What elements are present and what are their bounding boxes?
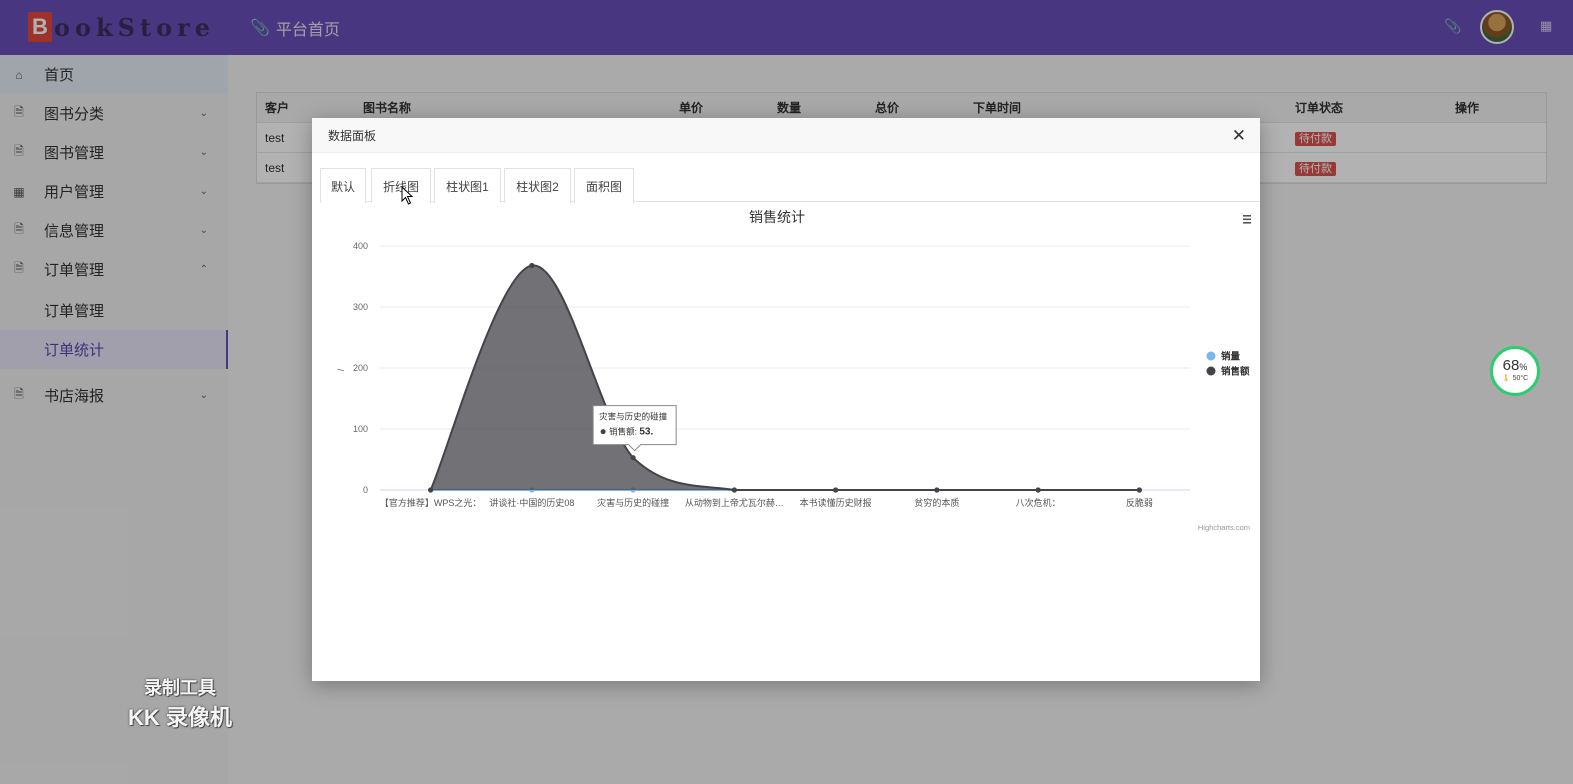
tab-bar-chart-2[interactable]: 柱状图2 [504, 168, 571, 203]
data-point [731, 487, 737, 493]
cpu-gauge-widget[interactable]: 68% 🌡 50°C [1490, 346, 1540, 396]
mouse-cursor-icon [401, 186, 414, 205]
y-axis-label: / [336, 368, 346, 371]
legend-marker [1206, 366, 1216, 376]
x-tick-label: 讲谈社·中国的历史08 [489, 497, 574, 508]
data-panel-dialog: 数据面板 ✕ 默认 折线图 柱状图1 柱状图2 面积图 销售统计 / 0 100 2… [312, 118, 1260, 681]
data-point [934, 487, 940, 493]
x-tick-label: 灾害与历史的碰撞 [597, 497, 669, 508]
gauge-percent: 68% [1502, 357, 1528, 374]
chart-tabs: 默认 折线图 柱状图1 柱状图2 面积图 [320, 168, 1260, 203]
sales-chart: 销售统计 / 0 100 200 300 400 【官方推荐】WPS之光： 讲谈社·中国的… [336, 209, 1251, 532]
data-point [529, 262, 535, 269]
x-tick-label: 八次危机： [1016, 497, 1061, 508]
x-tick-label: 反脆弱 [1126, 497, 1153, 508]
x-tick-label: 贫穷的本质 [914, 497, 959, 508]
chart-credits: Highcharts.com [1198, 523, 1250, 532]
x-tick-label: 从动物到上帝尤瓦尔赫… [685, 497, 784, 508]
x-tick-label: 【官方推荐】WPS之光： [380, 497, 482, 508]
chart-title: 销售统计 [749, 209, 805, 225]
y-tick-label: 100 [353, 424, 368, 434]
x-tick-label: 本书读懂历史财报 [800, 497, 872, 508]
legend-item: 销量 [1221, 351, 1241, 363]
y-tick-label: 0 [363, 485, 368, 495]
y-axis-ticks: 0 100 200 300 400 [353, 241, 368, 495]
data-point [1035, 487, 1041, 493]
tab-area-chart[interactable]: 面积图 [574, 168, 634, 203]
tab-bar-chart-1[interactable]: 柱状图1 [434, 168, 501, 203]
plot-area [428, 262, 1142, 493]
dialog-title: 数据面板 [328, 128, 377, 143]
close-icon[interactable]: ✕ [1232, 126, 1246, 146]
x-axis-ticks: 【官方推荐】WPS之光： 讲谈社·中国的历史08 灾害与历史的碰撞 从动物到上帝尤瓦尔… [380, 497, 1153, 508]
series-area-2 [430, 265, 1140, 490]
dialog-header: 数据面板 ✕ [312, 118, 1260, 153]
legend-item: 销售额 [1221, 366, 1250, 378]
data-point [833, 487, 839, 493]
chart-tooltip: 灾害与历史的碰撞销售额: 53. [592, 405, 677, 452]
legend-marker [1206, 351, 1216, 361]
data-point [428, 487, 434, 493]
thermometer-icon: 🌡 [1501, 375, 1511, 382]
y-tick-label: 200 [353, 363, 368, 373]
watermark-line2: KK 录像机 [128, 705, 232, 730]
tooltip-category: 灾害与历史的碰撞 [599, 412, 668, 422]
y-tick-label: 300 [353, 302, 368, 312]
menu-icon[interactable] [1243, 215, 1251, 224]
y-tick-label: 400 [353, 241, 368, 251]
chart-legend[interactable]: 销量销售额 [1206, 351, 1251, 378]
watermark-line1: 录制工具 [143, 678, 216, 698]
data-point [630, 455, 636, 461]
tooltip-marker [600, 429, 606, 435]
tab-default[interactable]: 默认 [320, 168, 366, 203]
tooltip-value: 销售额: 53. [609, 427, 653, 438]
gauge-temperature: 🌡 50°C [1501, 375, 1529, 382]
data-point [1136, 487, 1142, 493]
recorder-watermark: 录制工具 KK 录像机 [128, 674, 232, 732]
